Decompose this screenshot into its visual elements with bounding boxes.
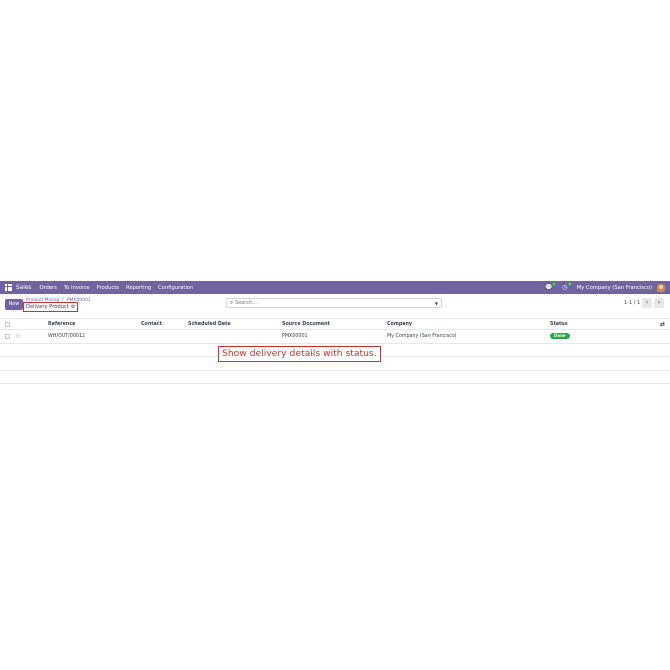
new-button[interactable]: New	[5, 299, 23, 310]
search-input[interactable]	[235, 300, 416, 306]
header-contact[interactable]: Contact	[141, 319, 162, 329]
optional-columns-icon[interactable]: ⇄	[660, 319, 665, 329]
menu-products[interactable]: Products	[97, 285, 119, 291]
page-title: Delivery Product	[26, 304, 69, 310]
status-badge: Done	[550, 333, 570, 340]
menu-reporting[interactable]: Reporting	[126, 285, 151, 291]
gear-icon[interactable]: ⚙	[71, 303, 75, 311]
header-company[interactable]: Company	[387, 319, 412, 329]
company-switcher[interactable]: My Company (San Francisco)	[577, 285, 652, 291]
star-icon[interactable]: ☆	[15, 330, 21, 343]
activity-clock-icon[interactable]: ◷ 6	[561, 281, 572, 292]
activity-badge: 6	[567, 281, 572, 286]
pager-value[interactable]: 1-1 / 1	[624, 300, 640, 306]
search-bar[interactable]: ⌕ ▼	[226, 298, 442, 308]
chat-badge: 4	[551, 281, 556, 286]
header-source-document[interactable]: Source Document	[282, 319, 330, 329]
breadcrumb-current: Delivery Product ⚙	[23, 302, 79, 312]
menu-orders[interactable]: Orders	[39, 285, 56, 291]
header-reference[interactable]: Reference	[48, 319, 75, 329]
header-status[interactable]: Status	[550, 319, 568, 329]
table-row[interactable]: ☆ WH/OUT/00012 PMX00001 My Company (San …	[0, 330, 670, 344]
chevron-left-icon[interactable]: ‹	[642, 298, 652, 308]
caret-down-icon[interactable]: ▼	[435, 301, 438, 306]
chat-icon[interactable]: 💬 4	[545, 281, 556, 292]
chevron-right-icon[interactable]: ›	[654, 298, 664, 308]
top-navbar: Sales Orders To Invoice Products Reporti…	[0, 281, 670, 294]
cell-company: My Company (San Francisco)	[387, 333, 457, 339]
empty-row	[0, 371, 670, 384]
search-icon: ⌕	[230, 299, 234, 306]
cell-source-document: PMX00001	[282, 333, 308, 339]
header-scheduled-date[interactable]: Scheduled Date	[188, 319, 231, 329]
select-all-checkbox[interactable]	[5, 321, 10, 327]
table-header: Reference Contact Scheduled Date Source …	[0, 318, 670, 330]
cell-reference: WH/OUT/00012	[48, 333, 86, 339]
app-name[interactable]: Sales	[16, 285, 31, 291]
apps-grid-icon[interactable]	[5, 284, 12, 291]
menu-configuration[interactable]: Configuration	[158, 285, 193, 291]
menu-to-invoice[interactable]: To Invoice	[64, 285, 90, 291]
annotation-label: Show delivery details with status.	[218, 346, 381, 362]
avatar[interactable]	[657, 283, 665, 292]
row-checkbox[interactable]	[5, 333, 10, 339]
